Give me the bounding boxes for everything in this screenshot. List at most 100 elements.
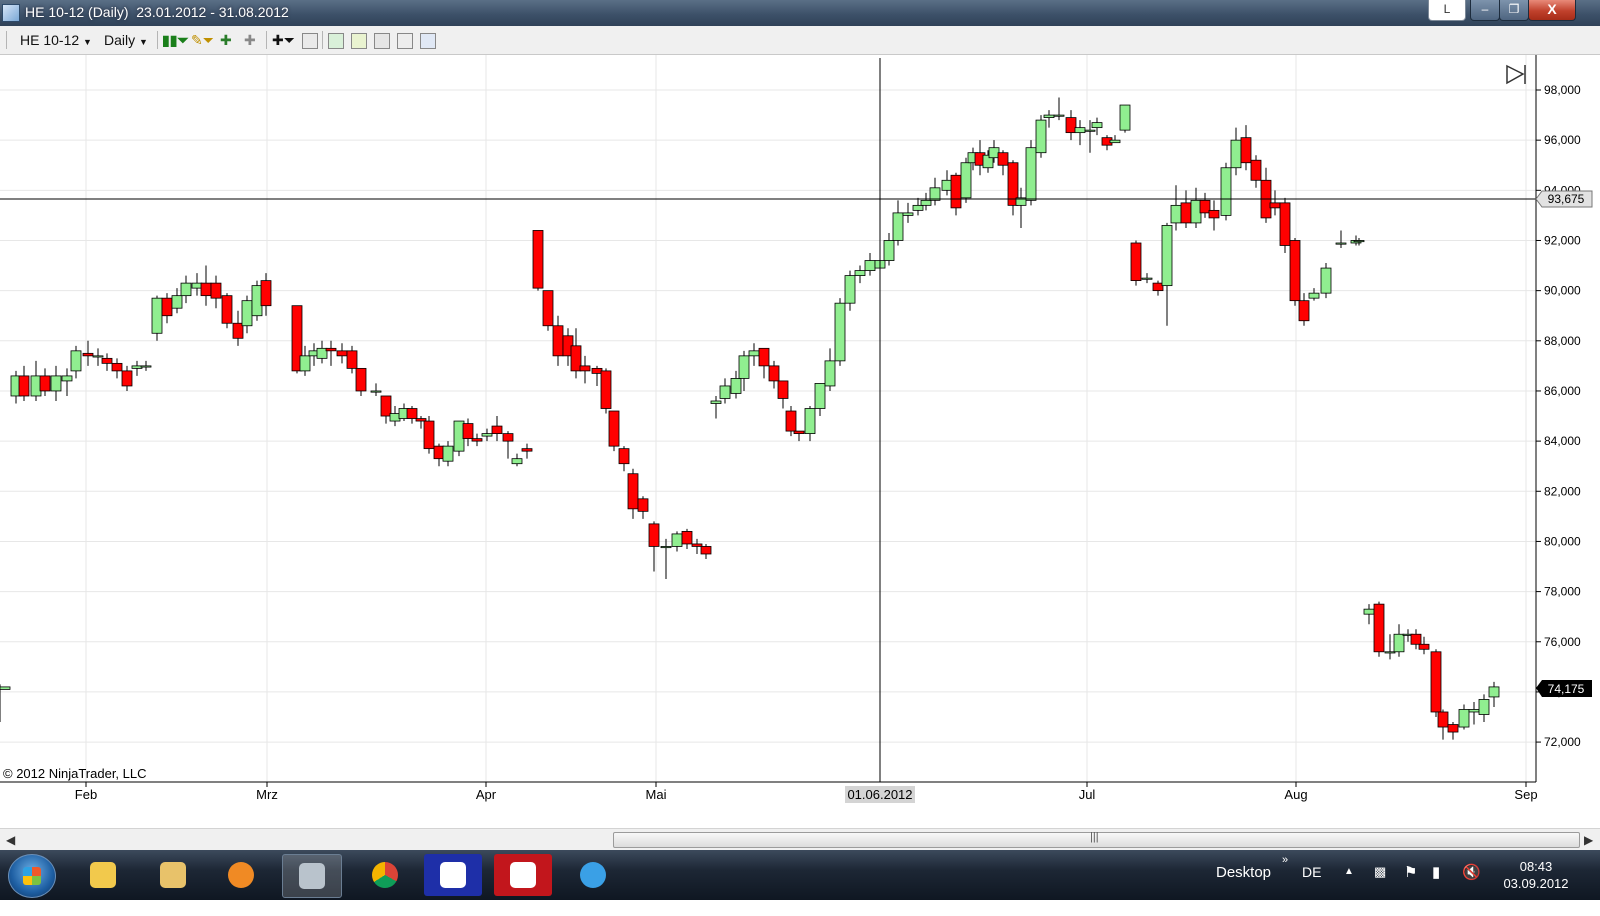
candle-body-up: [1393, 633, 1405, 653]
candle-body-up: [191, 282, 203, 289]
time-tick-label: Jul: [1079, 787, 1096, 802]
data-box-icon[interactable]: [420, 33, 436, 49]
crosshair-icon[interactable]: ✚⏷: [272, 32, 295, 49]
candle-body-up: [1220, 167, 1232, 216]
candle: [251, 280, 263, 321]
candle-body-up: [912, 204, 924, 211]
app-red-icon: [510, 862, 536, 888]
taskbar-internet-explorer[interactable]: [564, 854, 622, 896]
candle-body-down: [570, 345, 582, 372]
toolbar-separator: [322, 31, 323, 49]
price-tick-label: 86,000: [1544, 384, 1581, 398]
candle-body-up: [671, 533, 683, 547]
minimize-button[interactable]: –: [1470, 0, 1500, 21]
chevron-right-icon[interactable]: »: [1282, 854, 1288, 904]
candle-body-up: [834, 302, 846, 362]
taskbar-chrome[interactable]: [356, 854, 414, 896]
candle-body-up: [1170, 204, 1182, 224]
candle-body-up: [748, 350, 760, 357]
candle-body-down: [502, 433, 514, 442]
price-tick-label: 90,000: [1544, 284, 1581, 298]
candle-body-up: [844, 275, 856, 304]
candle-body-down: [1418, 643, 1430, 650]
candle-body-up: [941, 179, 953, 191]
remove-drawing-icon[interactable]: ✚: [244, 32, 256, 49]
candle-body-down: [1130, 242, 1142, 282]
candle-body-up: [370, 390, 382, 393]
zoom-icon[interactable]: [302, 33, 318, 49]
candle-body-up: [1468, 709, 1480, 713]
taskbar-app-red[interactable]: [494, 854, 552, 896]
time-tick-label: Feb: [75, 787, 97, 802]
candle-body-up: [1478, 699, 1490, 715]
toolbar-separator: [266, 31, 267, 49]
candle-body-down: [542, 290, 554, 327]
language-indicator[interactable]: DE: [1302, 864, 1321, 914]
candle-body-up: [1091, 122, 1103, 129]
chevron-down-icon: ▼: [83, 37, 92, 47]
candle-body-up: [481, 433, 493, 437]
scrollbar-thumb[interactable]: |||: [613, 831, 1580, 848]
taskbar-explorer[interactable]: [144, 854, 202, 896]
candle-body-down: [1208, 209, 1220, 219]
taskbar-media-player[interactable]: [212, 854, 270, 896]
volume-muted-icon[interactable]: 🔇: [1462, 863, 1481, 913]
action-center-flag-icon[interactable]: ⚑: [1404, 863, 1417, 913]
candle-body-up: [1190, 199, 1202, 224]
power-icon[interactable]: ▮: [1432, 863, 1440, 913]
tray-expand-icon[interactable]: ▲: [1344, 866, 1354, 916]
candle-body-down: [82, 352, 94, 357]
candle-body-up: [1308, 292, 1320, 299]
chart-style-icon[interactable]: ▮▮⏷: [162, 32, 189, 49]
candle-body-up: [892, 212, 904, 241]
indicators-icon[interactable]: [328, 33, 344, 49]
network-icon[interactable]: ▩: [1374, 864, 1386, 914]
candle-body-up: [710, 400, 722, 404]
candle-body-down: [462, 423, 474, 440]
candle-body-up: [511, 458, 523, 465]
candle: [453, 420, 465, 457]
candle-body-up: [131, 365, 143, 369]
data-series-icon[interactable]: [374, 33, 390, 49]
candle-body-up: [1384, 651, 1396, 654]
maximize-button[interactable]: ❐: [1499, 0, 1529, 21]
candle-body-up: [929, 187, 941, 201]
toolbar-separator: [157, 31, 158, 49]
desktop-toolbar[interactable]: Desktop: [1216, 864, 1271, 914]
strategies-icon[interactable]: [351, 33, 367, 49]
candle-body-up: [824, 360, 836, 387]
price-chart-svg[interactable]: 98,00096,00094,00092,00090,00088,00086,0…: [0, 55, 1600, 827]
candle-body-up: [61, 375, 73, 382]
scroll-right-arrow[interactable]: ▶: [1584, 833, 1593, 847]
taskbar-app-blue[interactable]: [424, 854, 482, 896]
interval-selector[interactable]: Daily ▼: [104, 32, 148, 48]
add-indicator-icon[interactable]: ✚: [220, 32, 232, 49]
drawing-tool-icon[interactable]: ✎⏷: [191, 32, 214, 49]
instrument-selector[interactable]: HE 10-12 ▼: [20, 32, 92, 48]
internet-explorer-icon: [580, 862, 606, 888]
taskbar-outlook[interactable]: [74, 854, 132, 896]
horizontal-scrollbar[interactable]: ◀ ||| ▶: [0, 828, 1600, 851]
properties-icon[interactable]: [397, 33, 413, 49]
candle-body-up: [883, 240, 895, 261]
time-tick-label: Aug: [1284, 787, 1307, 802]
candle: [960, 157, 972, 203]
candle-body-down: [758, 347, 770, 367]
link-button[interactable]: L: [1428, 0, 1466, 21]
price-tick-label: 82,000: [1544, 484, 1581, 498]
taskbar-clock[interactable]: 08:43 03.09.2012: [1494, 858, 1578, 892]
candle-body-up: [241, 300, 253, 327]
window-titlebar[interactable]: HE 10-12 (Daily) 23.01.2012 - 31.08.2012…: [0, 0, 1600, 26]
candle-body-up: [1109, 139, 1121, 144]
candle: [834, 298, 846, 366]
taskbar-ninjatrader[interactable]: [282, 854, 342, 898]
candle-body-down: [579, 365, 591, 372]
scroll-left-arrow[interactable]: ◀: [6, 833, 15, 847]
start-button[interactable]: [8, 854, 56, 898]
close-button[interactable]: X: [1528, 0, 1576, 21]
price-chart[interactable]: 98,000 96,000 94,000 92,000 90,000 88,000 86,0…: [0, 55, 1600, 827]
price-tick-label: 72,000: [1544, 735, 1581, 749]
candle-body-up: [30, 375, 42, 397]
candle-body-down: [260, 280, 272, 307]
candle-body-down: [950, 174, 962, 209]
